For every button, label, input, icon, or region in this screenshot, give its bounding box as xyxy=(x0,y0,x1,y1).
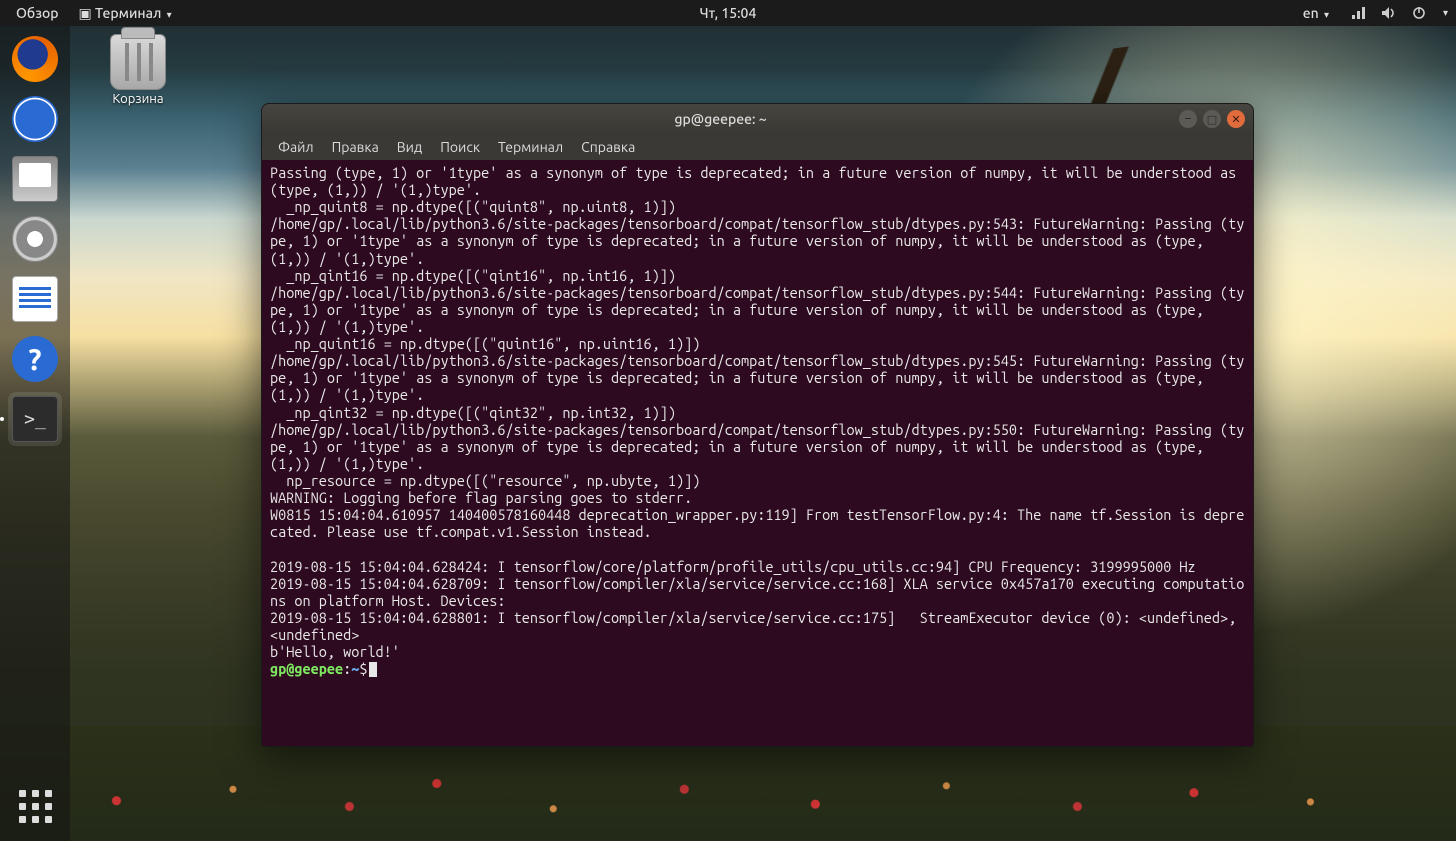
dock-item-libreoffice-writer[interactable] xyxy=(8,272,62,326)
terminal-icon: >_ xyxy=(12,396,58,442)
prompt-user-host: gp@geepee xyxy=(270,660,343,677)
app-menu-button[interactable]: ▣ Терминал ▾ xyxy=(71,3,180,24)
show-applications-button[interactable] xyxy=(14,785,56,827)
disk-usage-icon xyxy=(12,216,58,262)
menu-file[interactable]: Файл xyxy=(270,137,322,157)
power-icon[interactable] xyxy=(1411,5,1427,21)
window-title: gp@geepee: ~ xyxy=(262,111,1179,127)
dock-item-files[interactable] xyxy=(8,152,62,206)
volume-icon[interactable] xyxy=(1381,5,1397,21)
desktop-icon-trash[interactable]: Корзина xyxy=(98,34,178,106)
trash-label: Корзина xyxy=(98,92,178,106)
window-close-button[interactable]: ✕ xyxy=(1227,110,1245,128)
prompt-sep: : xyxy=(343,660,351,677)
menu-terminal[interactable]: Терминал xyxy=(490,137,571,157)
activities-button[interactable]: Обзор xyxy=(8,3,67,23)
dock-item-firefox[interactable] xyxy=(8,32,62,86)
terminal-body[interactable]: Passing (type, 1) or '1type' as a synony… xyxy=(262,160,1253,746)
keyboard-layout-label: en xyxy=(1303,5,1319,21)
dock-item-help[interactable]: ? xyxy=(8,332,62,386)
writer-icon xyxy=(12,276,58,322)
keyboard-layout-button[interactable]: en ▾ xyxy=(1295,3,1337,23)
chevron-down-icon: ▾ xyxy=(167,9,172,20)
top-panel: Обзор ▣ Терминал ▾ Чт, 15:04 en ▾ ▾ xyxy=(0,0,1456,26)
thunderbird-icon xyxy=(12,96,58,142)
terminal-window: gp@geepee: ~ – □ ✕ Файл Правка Вид Поиск… xyxy=(261,103,1254,747)
prompt-symbol: $ xyxy=(359,660,367,677)
terminal-cursor xyxy=(369,662,377,677)
chevron-down-icon: ▾ xyxy=(1324,9,1329,20)
menu-edit[interactable]: Правка xyxy=(324,137,387,157)
help-icon: ? xyxy=(12,336,58,382)
app-menu-label: Терминал xyxy=(95,5,161,21)
dock: ? >_ xyxy=(0,26,70,841)
trash-icon xyxy=(110,34,166,90)
network-icon[interactable] xyxy=(1351,5,1367,21)
menu-help[interactable]: Справка xyxy=(573,137,643,157)
chevron-down-icon: ▾ xyxy=(1443,7,1448,19)
terminal-output: Passing (type, 1) or '1type' as a synony… xyxy=(270,164,1244,660)
firefox-icon xyxy=(12,36,58,82)
dock-item-disk-usage[interactable] xyxy=(8,212,62,266)
menu-search[interactable]: Поиск xyxy=(432,137,488,157)
dock-item-terminal[interactable]: >_ xyxy=(8,392,62,446)
menu-view[interactable]: Вид xyxy=(389,137,430,157)
files-icon xyxy=(12,156,58,202)
window-maximize-button[interactable]: □ xyxy=(1203,110,1221,128)
window-minimize-button[interactable]: – xyxy=(1179,110,1197,128)
terminal-icon: ▣ xyxy=(79,5,92,21)
dock-item-thunderbird[interactable] xyxy=(8,92,62,146)
terminal-menubar: Файл Правка Вид Поиск Терминал Справка xyxy=(262,134,1253,160)
window-titlebar[interactable]: gp@geepee: ~ – □ ✕ xyxy=(262,104,1253,134)
clock-button[interactable]: Чт, 15:04 xyxy=(692,3,765,23)
